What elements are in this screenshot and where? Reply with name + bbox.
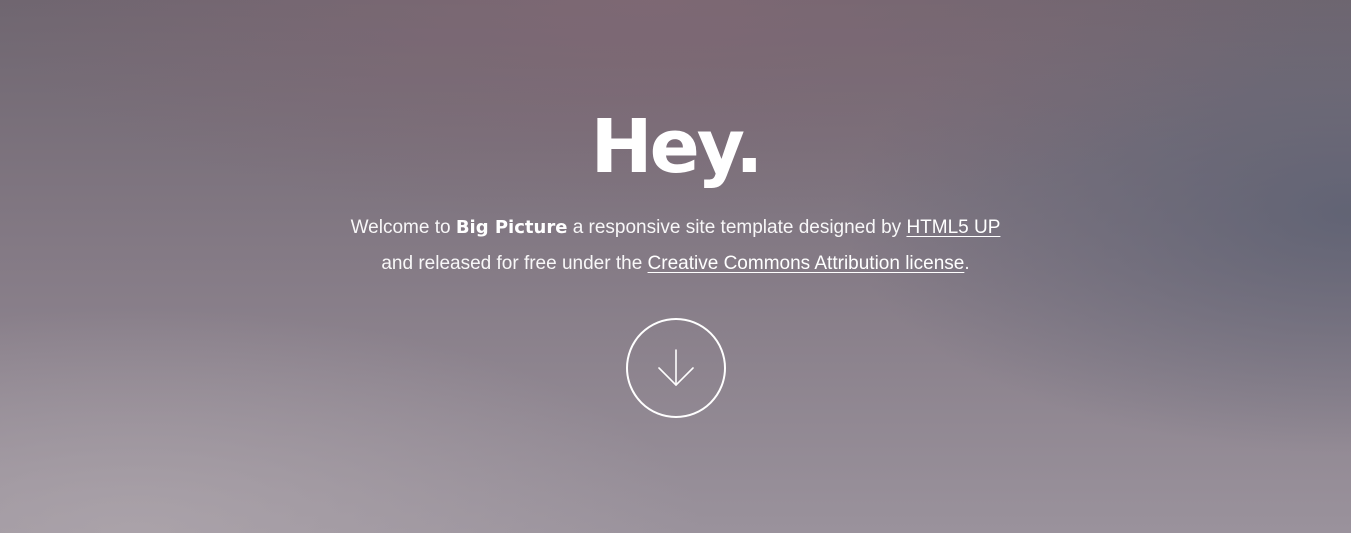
author-link[interactable]: HTML5 UP (906, 217, 1000, 238)
page-title: Hey. (590, 104, 764, 190)
scroll-down-button[interactable] (625, 318, 726, 418)
intro-prefix: Welcome to (350, 217, 451, 238)
license-link[interactable]: Creative Commons Attribution license (648, 253, 965, 274)
intro-middle: a responsive site template designed by (572, 217, 902, 238)
intro-line2-prefix: and released for free under the (381, 253, 643, 274)
intro-suffix: . (964, 253, 970, 274)
arrow-down-icon (657, 349, 694, 386)
hero-section: Hey. Welcome to Big Picture a responsive… (0, 0, 1351, 533)
brand-name: Big Picture (455, 217, 568, 238)
intro-text: Welcome to Big Picture a responsive site… (326, 210, 1026, 282)
